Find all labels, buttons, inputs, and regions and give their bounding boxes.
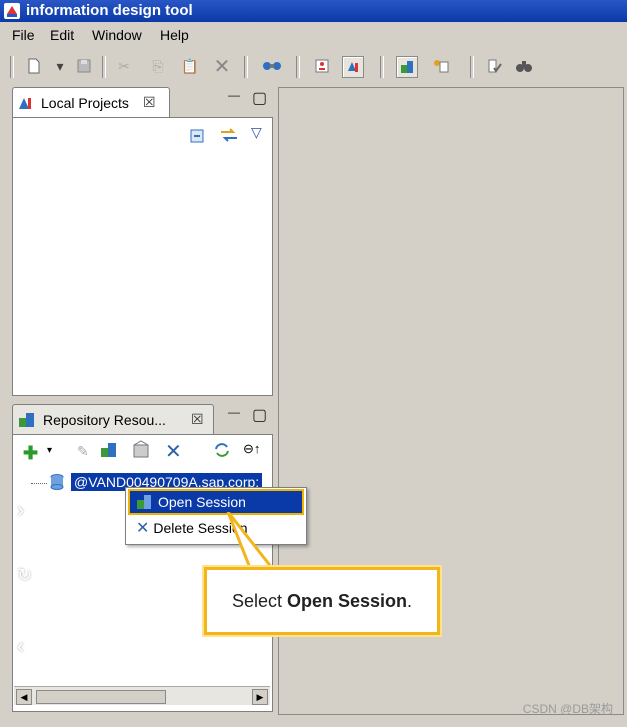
callout-prefix: Select	[231, 590, 282, 611]
close-session-icon[interactable]	[131, 440, 153, 463]
toolbar: ▾ ✂ ⎘ 📋 ✕	[0, 48, 627, 86]
idt-perspective-icon[interactable]	[342, 56, 364, 78]
security-icon[interactable]	[430, 56, 450, 76]
menu-item-label: Open Session	[158, 494, 246, 510]
open-session-icon	[136, 494, 154, 510]
maximize-icon[interactable]: ▢	[252, 405, 267, 425]
add-session-icon[interactable]: ✚	[23, 443, 38, 464]
repository-resources-icon	[17, 411, 37, 432]
tree-connector	[31, 483, 47, 484]
callout-bold: Open Session	[286, 590, 408, 611]
paste-icon[interactable]: 📋	[180, 56, 200, 76]
scroll-left-icon[interactable]: ◀	[16, 689, 32, 705]
title-bar: information design tool	[0, 0, 627, 22]
callout-pointer	[226, 512, 280, 571]
menu-help[interactable]: Help	[160, 27, 189, 43]
horizontal-scrollbar[interactable]: ◀ ▶	[14, 686, 270, 705]
dropdown-arrow-icon[interactable]: ▾	[50, 56, 70, 76]
overlay-refresh-icon: ↻	[17, 565, 33, 585]
close-icon[interactable]: ☒	[191, 411, 204, 428]
collapse-icon[interactable]: ⊖↑	[243, 441, 260, 457]
repository-resources-label: Repository Resou...	[43, 412, 166, 428]
check-integrity-icon[interactable]	[484, 56, 504, 76]
refresh-icon[interactable]	[213, 441, 231, 462]
edit-icon[interactable]: ✎	[77, 443, 89, 460]
menu-item-open-session[interactable]: Open Session	[128, 489, 304, 515]
local-projects-label: Local Projects	[41, 95, 129, 111]
open-session-icon[interactable]	[99, 441, 119, 462]
scroll-right-icon[interactable]: ▶	[252, 689, 268, 705]
callout-suffix: .	[407, 590, 413, 611]
local-projects-panel: ▽	[12, 117, 273, 396]
menu-edit[interactable]: Edit	[50, 27, 74, 43]
tab-local-projects[interactable]: Local Projects ☒	[12, 87, 170, 118]
minimize-icon[interactable]: —	[228, 88, 240, 102]
instruction-callout: Select Open Session .	[204, 567, 440, 635]
window-title: information design tool	[26, 2, 193, 19]
menu-bar: File Edit Window Help	[0, 22, 627, 48]
menu-file[interactable]: File	[12, 27, 35, 43]
collapse-all-icon[interactable]	[189, 128, 205, 147]
overlay-next-icon: ›	[17, 497, 25, 522]
local-projects-icon	[17, 95, 35, 116]
database-icon	[49, 473, 65, 494]
add-dropdown-icon[interactable]: ▾	[47, 445, 52, 456]
overlay-prev-icon: ‹	[17, 633, 25, 658]
cut-icon[interactable]: ✂	[114, 56, 134, 76]
app-icon	[4, 3, 20, 19]
find-icon[interactable]	[514, 56, 534, 76]
delete-icon[interactable]: ✕	[212, 56, 232, 78]
save-icon[interactable]	[74, 56, 94, 76]
copy-icon[interactable]: ⎘	[148, 56, 168, 76]
minimize-icon[interactable]: —	[228, 405, 240, 419]
maximize-icon[interactable]: ▢	[252, 88, 267, 108]
repository-icon[interactable]	[396, 56, 418, 78]
local-projects-toolbar: ▽	[13, 118, 272, 152]
project-icon[interactable]	[312, 56, 332, 76]
link-with-editor-icon[interactable]	[219, 126, 239, 147]
watermark: CSDN @DB架构	[522, 702, 613, 716]
delete-icon: ✕	[136, 520, 150, 537]
new-file-icon[interactable]	[24, 56, 44, 76]
view-menu-icon[interactable]: ▽	[251, 124, 262, 141]
delete-icon[interactable]: ✕	[165, 439, 182, 464]
close-icon[interactable]: ☒	[143, 94, 156, 111]
menu-window[interactable]: Window	[92, 27, 142, 43]
publish-icon[interactable]	[262, 56, 282, 76]
tab-repository-resources[interactable]: Repository Resou... ☒	[12, 404, 214, 435]
scroll-thumb[interactable]	[36, 690, 166, 704]
